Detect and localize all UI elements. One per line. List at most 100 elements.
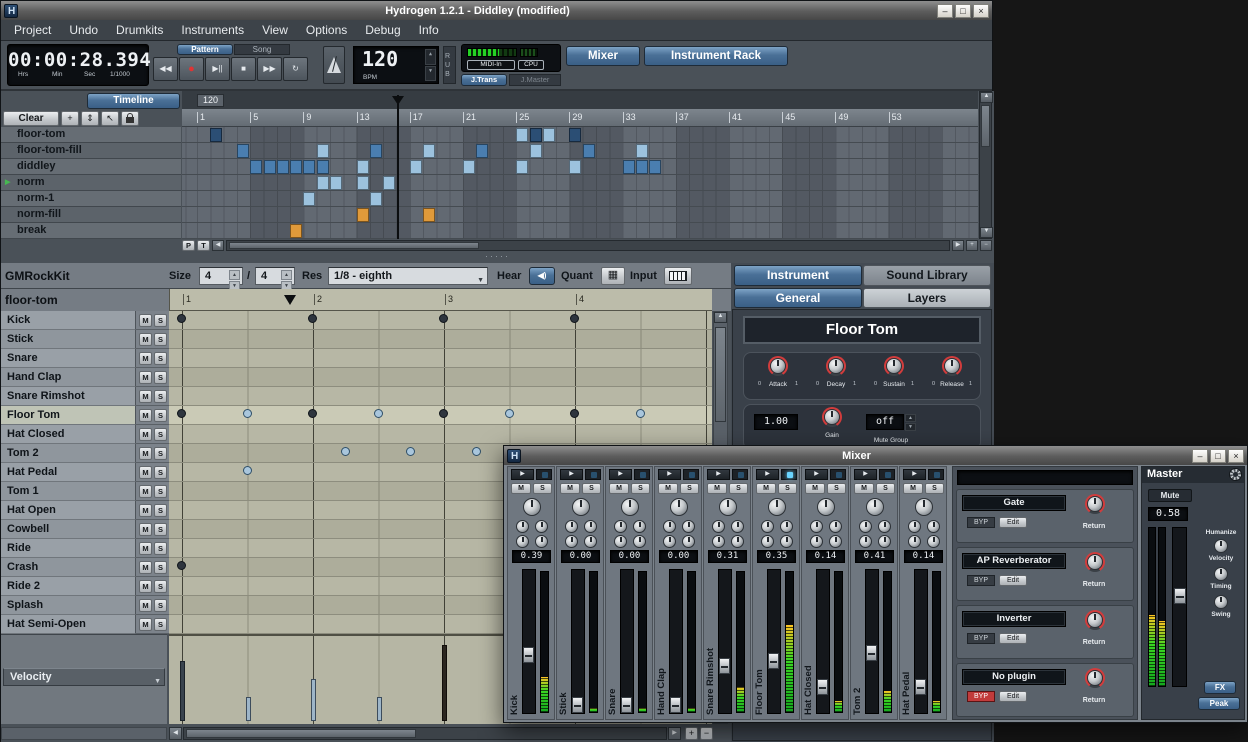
instrument-solo-button-kick[interactable]: S — [154, 314, 167, 327]
song-cell-r2-c29[interactable] — [569, 160, 582, 174]
note-dot-beat-3[interactable] — [439, 314, 448, 323]
channel-fx-send-knob-2[interactable] — [829, 520, 842, 533]
note-dot-beat-2.25[interactable] — [340, 447, 350, 456]
note-lane-hand-clap[interactable] — [169, 368, 712, 387]
song-cell-r2-c34[interactable] — [635, 160, 648, 174]
fx-bypass-button[interactable]: BYP — [967, 575, 995, 586]
instrument-solo-button-tom-1[interactable]: S — [154, 485, 167, 498]
instrument-name-snare-rimshot[interactable]: Snare Rimshot — [1, 387, 136, 406]
stop-button[interactable]: ■ — [231, 57, 256, 81]
channel-pan-knob[interactable] — [768, 498, 786, 516]
master-peak-button[interactable]: Peak — [1198, 697, 1240, 710]
instrument-mute-button-hat-open[interactable]: M — [139, 504, 152, 517]
fx-name-plate[interactable]: No plugin — [962, 669, 1066, 685]
song-cell-r0-c25[interactable] — [516, 128, 529, 142]
channel-fx-send-knob-3[interactable] — [663, 535, 676, 548]
instrument-solo-button-hat-open[interactable]: S — [154, 504, 167, 517]
channel-fx-send-knob-4[interactable] — [878, 535, 891, 548]
select-mode-button[interactable]: ↖ — [101, 111, 119, 126]
velocity-bar-beat-2.5[interactable] — [376, 697, 382, 721]
master-mute-button[interactable]: Mute — [1148, 489, 1192, 502]
channel-fx-send-knob-1[interactable] — [516, 520, 529, 533]
song-pattern-row-break[interactable]: break — [1, 223, 181, 239]
fx-return-knob[interactable] — [1087, 554, 1103, 570]
rubberband-bpm-button[interactable]: RUB — [443, 46, 456, 84]
song-cell-r4-c14[interactable] — [369, 192, 382, 206]
scrollbar-thumb[interactable] — [715, 327, 726, 422]
channel-pan-knob[interactable] — [621, 498, 639, 516]
song-cell-r3-c13[interactable] — [356, 176, 369, 190]
note-lane-hat-closed[interactable] — [169, 425, 712, 444]
master-fader[interactable] — [1172, 527, 1187, 687]
channel-fx-send-knob-1[interactable] — [761, 520, 774, 533]
fx-return-knob[interactable] — [1087, 670, 1103, 686]
instrument-mute-button-hat-pedal[interactable]: M — [139, 466, 152, 479]
song-cell-r1-c18[interactable] — [423, 144, 436, 158]
song-vertical-scrollbar[interactable]: ▲ ▼ — [979, 91, 993, 239]
channel-fx-send-knob-4[interactable] — [633, 535, 646, 548]
note-dot-beat-1[interactable] — [177, 561, 186, 570]
instrument-solo-button-stick[interactable]: S — [154, 333, 167, 346]
instrument-solo-button-floor-tom[interactable]: S — [154, 409, 167, 422]
zoom-in-button[interactable]: + — [966, 239, 978, 251]
channel-fader-handle[interactable] — [621, 697, 632, 713]
master-knob-swing[interactable] — [1214, 595, 1228, 609]
main-window-titlebar[interactable]: Hydrogen 1.2.1 - Diddley (modified) – □ … — [1, 1, 992, 20]
channel-fx-send-knob-2[interactable] — [878, 520, 891, 533]
note-dot-beat-2[interactable] — [308, 314, 317, 323]
move-pattern-button[interactable]: ⇕ — [81, 111, 99, 126]
song-cell-r2-c35[interactable] — [649, 160, 662, 174]
song-cell-r0-c26[interactable] — [529, 128, 542, 142]
song-pattern-row-floor-tom-fill[interactable]: floor-tom-fill — [1, 143, 181, 159]
zoom-in-button[interactable]: + — [685, 727, 698, 740]
channel-solo-button[interactable]: S — [729, 483, 748, 494]
menu-item-instruments[interactable]: Instruments — [172, 20, 253, 40]
channel-fx-send-knob-2[interactable] — [584, 520, 597, 533]
menu-item-undo[interactable]: Undo — [60, 20, 107, 40]
channel-fader[interactable] — [816, 569, 830, 714]
channel-fx-send-knob-4[interactable] — [829, 535, 842, 548]
channel-mute-button[interactable]: M — [658, 483, 678, 494]
song-cell-r3-c15[interactable] — [383, 176, 396, 190]
jack-transport-button[interactable]: J.Trans — [461, 74, 507, 86]
close-button[interactable]: × — [973, 3, 989, 18]
fx-name-plate[interactable]: Gate — [962, 495, 1066, 511]
channel-solo-button[interactable]: S — [778, 483, 797, 494]
master-fader-handle[interactable] — [1174, 587, 1186, 604]
mute-group-up-button[interactable]: ▲ — [905, 414, 916, 422]
tab-general[interactable]: General — [734, 288, 862, 308]
song-pattern-row-norm[interactable]: norm ▶ — [1, 175, 181, 191]
scrollbar-track[interactable] — [226, 239, 950, 251]
channel-fx-send-knob-3[interactable] — [712, 535, 725, 548]
channel-fader[interactable] — [767, 569, 781, 714]
channel-fx-send-knob-1[interactable] — [810, 520, 823, 533]
channel-mute-button[interactable]: M — [903, 483, 923, 494]
channel-solo-button[interactable]: S — [582, 483, 601, 494]
channel-fader-handle[interactable] — [768, 652, 779, 669]
instrument-mute-button-snare-rimshot[interactable]: M — [139, 390, 152, 403]
channel-fx-send-knob-3[interactable] — [908, 535, 921, 548]
maximize-button[interactable]: □ — [955, 3, 971, 18]
scrollbar-thumb[interactable] — [186, 729, 416, 738]
channel-fx-send-knob-3[interactable] — [761, 535, 774, 548]
fx-edit-button[interactable]: Edit — [999, 517, 1027, 528]
song-cell-r1-c10[interactable] — [316, 144, 329, 158]
channel-fx-send-knob-4[interactable] — [682, 535, 695, 548]
channel-fader[interactable] — [865, 569, 879, 714]
minimize-button[interactable]: – — [937, 3, 953, 18]
channel-pan-knob[interactable] — [719, 498, 737, 516]
instrument-name-hat-pedal[interactable]: Hat Pedal — [1, 463, 136, 482]
channel-fx-send-knob-4[interactable] — [731, 535, 744, 548]
minimize-button[interactable]: – — [1192, 448, 1208, 463]
instrument-mute-button-crash[interactable]: M — [139, 561, 152, 574]
note-dot-beat-1.5[interactable] — [242, 466, 252, 475]
song-cell-r0-c2[interactable] — [210, 128, 223, 142]
channel-fx-send-knob-1[interactable] — [908, 520, 921, 533]
instrument-solo-button-tom-2[interactable]: S — [154, 447, 167, 460]
instrument-mute-button-tom-2[interactable]: M — [139, 447, 152, 460]
channel-mute-button[interactable]: M — [707, 483, 727, 494]
song-grid[interactable] — [182, 127, 978, 239]
song-cell-r5-c18[interactable] — [423, 208, 436, 222]
instrument-name-hat-closed[interactable]: Hat Closed — [1, 425, 136, 444]
song-cell-r2-c13[interactable] — [356, 160, 369, 174]
